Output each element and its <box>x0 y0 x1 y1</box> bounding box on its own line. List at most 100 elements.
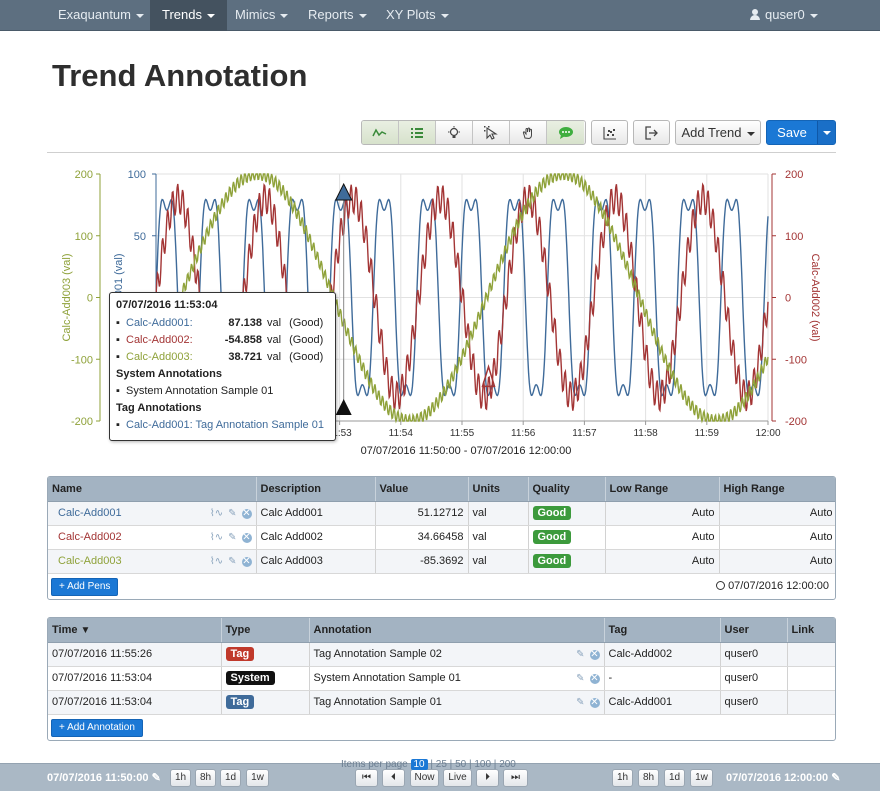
annotations-header-row: Time ▼ Type Annotation Tag User Link <box>48 618 835 643</box>
export-button[interactable] <box>633 120 670 145</box>
add-trend-button[interactable]: Add Trend <box>675 120 761 145</box>
save-dropdown-button[interactable] <box>817 121 835 144</box>
pencil-icon[interactable]: ✎ <box>228 556 236 567</box>
col-link[interactable]: Link <box>787 618 835 643</box>
col-units[interactable]: Units <box>468 477 529 502</box>
pen-low-range[interactable]: Auto <box>605 549 720 574</box>
pencil-icon[interactable]: ✎ <box>228 532 236 543</box>
jump-first-button[interactable]: ⏮ <box>355 769 378 787</box>
table-row[interactable]: 07/07/2016 11:53:04 Tag Tag Annotation S… <box>48 690 835 715</box>
pen-low-range[interactable]: Auto <box>605 525 720 550</box>
trend-line-icon[interactable]: ⌇∿ <box>210 556 223 567</box>
add-annotation-button[interactable]: + Add Annotation <box>51 718 143 737</box>
pan-button[interactable] <box>510 121 547 144</box>
nav-reports[interactable]: Reports <box>296 0 379 31</box>
pencil-icon[interactable]: ✎ <box>576 697 584 708</box>
range-1w-right[interactable]: 1w <box>690 769 713 787</box>
jump-last-button[interactable]: ⏭ <box>503 769 528 787</box>
table-row[interactable]: Calc-Add001 ⌇∿ ✎ ✕ Calc Add001 51.12712 va… <box>48 501 835 526</box>
annotation-link[interactable] <box>787 666 835 691</box>
add-trend-label: Add Trend <box>681 125 742 140</box>
pen-units: val <box>468 549 529 574</box>
col-value[interactable]: Value <box>375 477 469 502</box>
range-1w-left[interactable]: 1w <box>246 769 269 787</box>
tooltip-pen-name: Calc-Add001: <box>126 317 193 329</box>
pen-name[interactable]: Calc-Add003 <box>58 555 122 567</box>
pen-high-range[interactable]: Auto <box>719 525 835 550</box>
trend-line-icon[interactable]: ⌇∿ <box>210 532 223 543</box>
live-button[interactable]: Live <box>443 769 472 787</box>
pen-high-range[interactable]: Auto <box>719 549 835 574</box>
tooltip-row: ▪ Calc-Add001: 87.138 val (Good) <box>116 315 329 332</box>
range-1h-left[interactable]: 1h <box>170 769 191 787</box>
col-description[interactable]: Description <box>256 477 376 502</box>
col-quality[interactable]: Quality <box>528 477 606 502</box>
page-size-50[interactable]: 50 <box>455 759 466 770</box>
table-row[interactable]: 07/07/2016 11:53:04 System System Annota… <box>48 666 835 691</box>
close-icon[interactable]: ✕ <box>241 533 252 543</box>
tooltip-pen-value: 38.721 <box>228 351 262 363</box>
close-icon[interactable]: ✕ <box>241 509 252 519</box>
range-1h-right[interactable]: 1h <box>612 769 633 787</box>
close-icon[interactable]: ✕ <box>589 674 600 684</box>
pencil-icon[interactable]: ✎ <box>152 772 161 784</box>
page-size-100[interactable]: 100 <box>474 759 491 770</box>
range-1d-right[interactable]: 1d <box>664 769 685 787</box>
nav-mimics[interactable]: Mimics <box>223 0 300 31</box>
nav-xy-plots-label: XY Plots <box>386 7 436 22</box>
end-time[interactable]: 07/07/2016 12:00:00 ✎ <box>726 771 840 784</box>
nav-trends[interactable]: Trends <box>150 0 227 31</box>
step-back-button[interactable]: ⏴ <box>382 769 405 787</box>
annotation-link[interactable] <box>787 642 835 667</box>
now-button[interactable]: Now <box>410 769 439 787</box>
top-navbar: Exaquantum Trends Mimics Reports XY Plot… <box>0 0 880 31</box>
quality-badge: Good <box>532 554 572 568</box>
pencil-icon[interactable]: ✎ <box>228 508 236 519</box>
page-size-200[interactable]: 200 <box>499 759 516 770</box>
col-name[interactable]: Name <box>48 477 257 502</box>
col-user[interactable]: User <box>720 618 788 643</box>
col-low-range[interactable]: Low Range <box>605 477 720 502</box>
xy-scatter-button[interactable] <box>591 120 628 145</box>
range-1d-left[interactable]: 1d <box>220 769 241 787</box>
pencil-icon[interactable]: ✎ <box>576 649 584 660</box>
col-high-range[interactable]: High Range <box>719 477 835 502</box>
pencil-icon[interactable]: ✎ <box>576 673 584 684</box>
range-8h-right[interactable]: 8h <box>638 769 659 787</box>
step-forward-button[interactable]: ⏵ <box>476 769 499 787</box>
nav-exaquantum[interactable]: Exaquantum <box>46 0 156 31</box>
table-row[interactable]: Calc-Add002 ⌇∿ ✎ ✕ Calc Add002 34.66458 va… <box>48 525 835 550</box>
annotation-link[interactable] <box>787 690 835 715</box>
nav-xy-plots[interactable]: XY Plots <box>374 0 461 31</box>
pencil-icon[interactable]: ✎ <box>831 772 840 784</box>
col-time[interactable]: Time ▼ <box>48 618 222 643</box>
col-annotation[interactable]: Annotation <box>309 618 605 643</box>
highlight-button[interactable] <box>436 121 473 144</box>
range-8h-left[interactable]: 8h <box>195 769 216 787</box>
trend-view-button[interactable] <box>362 121 399 144</box>
close-icon[interactable]: ✕ <box>589 650 600 660</box>
annotation-toggle-button[interactable] <box>547 121 584 144</box>
table-row[interactable]: 07/07/2016 11:55:26 Tag Tag Annotation S… <box>48 642 835 667</box>
col-tag[interactable]: Tag <box>604 618 721 643</box>
save-button[interactable]: Save <box>767 121 817 144</box>
start-time[interactable]: 07/07/2016 11:50:00 ✎ <box>47 771 161 784</box>
pen-name[interactable]: Calc-Add002 <box>58 531 122 543</box>
table-row[interactable]: Calc-Add003 ⌇∿ ✎ ✕ Calc Add003 -85.3692 va… <box>48 549 835 574</box>
page-size-10[interactable]: 10 <box>410 759 428 770</box>
trend-line-icon[interactable]: ⌇∿ <box>210 508 223 519</box>
page-size-25[interactable]: 25 <box>436 759 447 770</box>
nav-user-menu[interactable]: quser0 <box>738 0 830 31</box>
add-pens-button[interactable]: + Add Pens <box>51 577 119 596</box>
pen-low-range[interactable]: Auto <box>605 501 720 526</box>
pen-high-range[interactable]: Auto <box>719 501 835 526</box>
comment-icon <box>558 126 573 139</box>
tooltip-pen-quality: (Good) <box>289 317 324 329</box>
pen-name[interactable]: Calc-Add001 <box>58 507 122 519</box>
close-icon[interactable]: ✕ <box>241 557 252 567</box>
save-split-button[interactable]: Save <box>766 120 836 145</box>
close-icon[interactable]: ✕ <box>589 698 600 708</box>
col-type[interactable]: Type <box>221 618 310 643</box>
list-view-button[interactable] <box>399 121 436 144</box>
select-pen-button[interactable] <box>473 121 510 144</box>
